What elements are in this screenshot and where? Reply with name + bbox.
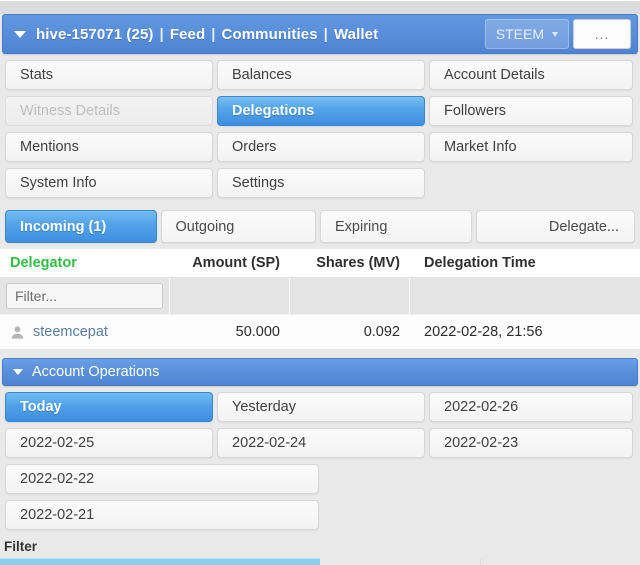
operations-filter-label: Filter <box>4 539 38 554</box>
cell-delegation-time: 2022-02-28, 21:56 <box>424 324 543 340</box>
date-tab-2022-02-25[interactable]: 2022-02-25 <box>5 428 213 458</box>
nav-item-balances[interactable]: Balances <box>217 60 425 90</box>
tab-expiring[interactable]: Expiring <box>320 210 472 243</box>
table-row[interactable]: steemcepat 50.000 0.092 2022-02-28, 21:5… <box>0 314 640 350</box>
tab-delegate[interactable]: Delegate... <box>475 210 636 243</box>
table-header-row: Delegator Amount (SP) Shares (MV) Delega… <box>0 249 640 278</box>
delegator-filter-input[interactable] <box>6 283 163 309</box>
bottom-progress-bar <box>0 557 640 565</box>
filter-cell-time <box>410 278 640 314</box>
table-filter-row <box>0 278 640 314</box>
cell-shares: 0.092 <box>363 324 400 340</box>
account-nav-grid: Stats Balances Account Details Witness D… <box>0 54 640 204</box>
nav-item-settings[interactable]: Settings <box>217 168 425 198</box>
nav-item-orders[interactable]: Orders <box>217 132 425 162</box>
nav-item-account-details[interactable]: Account Details <box>429 60 633 90</box>
feed-link[interactable]: Feed <box>170 26 205 43</box>
chain-selector-button[interactable]: STEEM <box>484 19 569 49</box>
delegation-tab-bar: Incoming (1) Outgoing Expiring Delegate.… <box>0 204 640 243</box>
nav-item-witness-details: Witness Details <box>5 96 213 126</box>
filter-cell-amount <box>170 278 290 314</box>
progress-fill <box>0 558 320 565</box>
header-separator-2: | <box>211 25 216 43</box>
date-tab-2022-02-22[interactable]: 2022-02-22 <box>5 464 319 494</box>
nav-item-mentions[interactable]: Mentions <box>5 132 213 162</box>
nav-item-stats[interactable]: Stats <box>5 60 213 90</box>
chevron-down-icon <box>552 31 558 37</box>
date-tab-today[interactable]: Today <box>5 392 213 422</box>
nav-item-followers[interactable]: Followers <box>429 96 633 126</box>
progress-track <box>320 559 640 565</box>
account-name-link[interactable]: hive-157071 (25) <box>36 26 154 43</box>
date-tab-2022-02-21[interactable]: 2022-02-21 <box>5 500 319 530</box>
communities-link[interactable]: Communities <box>222 26 318 43</box>
nav-item-market-info[interactable]: Market Info <box>429 132 633 162</box>
app-page: hive-157071 (25) | Feed | Communities | Wallet… <box>0 0 640 565</box>
cell-amount: 50.000 <box>235 324 280 340</box>
wallet-link[interactable]: Wallet <box>334 26 378 43</box>
column-header-amount[interactable]: Amount (SP) <box>170 255 290 271</box>
caret-down-icon[interactable] <box>13 369 23 375</box>
caret-down-icon[interactable] <box>14 30 26 38</box>
chain-selector-label: STEEM <box>495 26 544 42</box>
nav-item-system-info[interactable]: System Info <box>5 168 213 198</box>
header-separator-3: | <box>323 25 328 43</box>
delegator-link[interactable]: steemcepat <box>33 324 108 340</box>
date-tab-yesterday[interactable]: Yesterday <box>217 392 425 422</box>
date-tab-2022-02-24[interactable]: 2022-02-24 <box>217 428 425 458</box>
filter-cell-shares <box>290 278 410 314</box>
delegation-table: Delegator Amount (SP) Shares (MV) Delega… <box>0 249 640 350</box>
person-icon <box>11 325 24 339</box>
more-menu-button[interactable]: ... <box>573 19 631 49</box>
date-tab-2022-02-23[interactable]: 2022-02-23 <box>429 428 633 458</box>
filter-cell-delegator <box>0 278 170 314</box>
column-header-shares[interactable]: Shares (MV) <box>290 255 410 271</box>
column-header-delegation-time[interactable]: Delegation Time <box>410 255 640 271</box>
tab-outgoing[interactable]: Outgoing <box>160 210 317 243</box>
date-tab-2022-02-26[interactable]: 2022-02-26 <box>429 392 633 422</box>
operation-date-tabs: Today Yesterday 2022-02-26 2022-02-25 20… <box>0 386 640 536</box>
account-operations-title: Account Operations <box>32 364 160 380</box>
nav-item-delegations[interactable]: Delegations <box>217 96 425 126</box>
nav-item-empty <box>429 168 633 198</box>
column-header-delegator[interactable]: Delegator <box>0 255 170 271</box>
account-operations-header[interactable]: Account Operations <box>2 358 638 386</box>
top-gray-strip <box>0 0 640 14</box>
header-nav-links: hive-157071 (25) | Feed | Communities | Wallet <box>36 26 485 43</box>
tab-incoming[interactable]: Incoming (1) <box>5 210 157 243</box>
cell-delegator: steemcepat <box>0 324 170 340</box>
main-header-bar: hive-157071 (25) | Feed | Communities | Wallet… <box>2 14 638 54</box>
header-separator-1: | <box>159 25 164 43</box>
